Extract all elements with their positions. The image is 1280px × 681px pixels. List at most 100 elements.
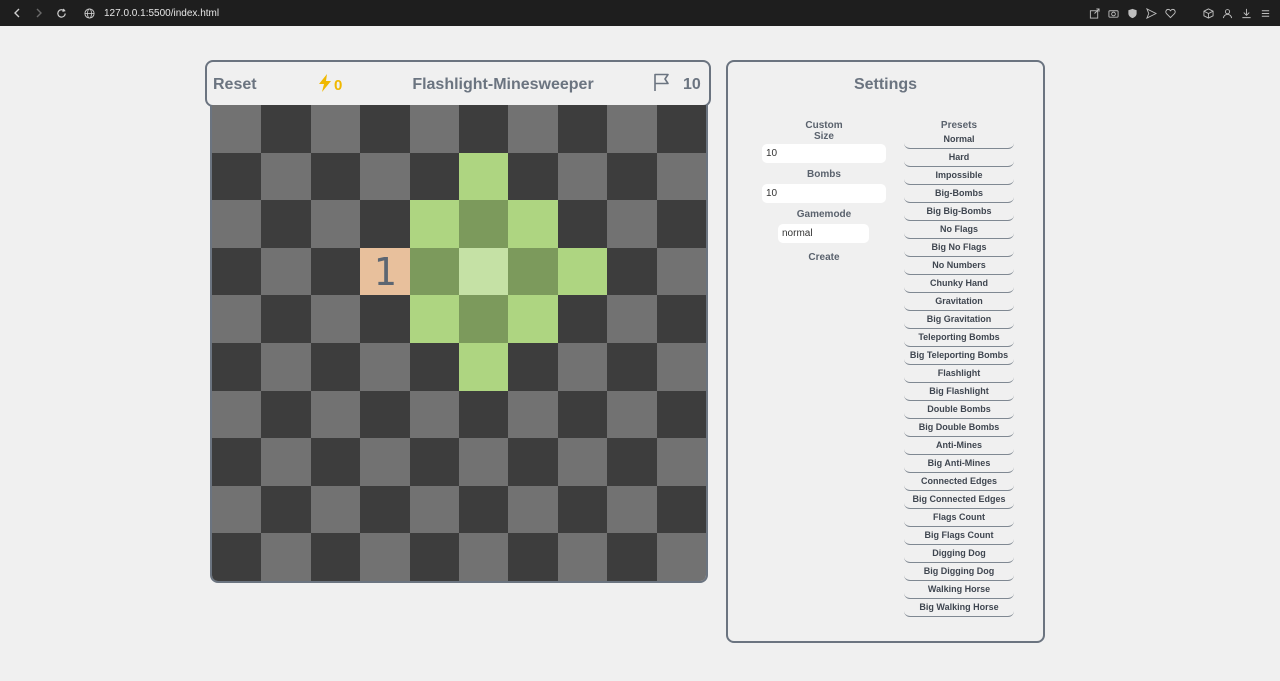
board-cell[interactable] bbox=[409, 533, 459, 581]
board-cell[interactable] bbox=[508, 438, 558, 486]
board-cell[interactable] bbox=[261, 438, 311, 486]
download-icon[interactable] bbox=[1239, 6, 1253, 20]
board-cell[interactable] bbox=[656, 485, 706, 534]
preset-button[interactable]: Big Teleporting Bombs bbox=[904, 349, 1014, 365]
forward-icon[interactable] bbox=[28, 2, 50, 24]
board-cell[interactable] bbox=[409, 247, 459, 296]
preset-button[interactable]: Big Flags Count bbox=[904, 529, 1014, 545]
board-cell[interactable] bbox=[261, 342, 311, 391]
cube-icon[interactable] bbox=[1201, 6, 1215, 20]
reload-icon[interactable] bbox=[50, 2, 72, 24]
board-cell[interactable] bbox=[310, 485, 361, 534]
address-bar[interactable]: 127.0.0.1:5500/index.html bbox=[104, 8, 219, 19]
menu-icon[interactable] bbox=[1258, 6, 1272, 20]
board-cell[interactable] bbox=[310, 105, 361, 153]
board-cell[interactable] bbox=[557, 247, 608, 296]
preset-button[interactable]: Big Connected Edges bbox=[904, 493, 1014, 509]
board-cell[interactable] bbox=[212, 200, 262, 248]
board-cell[interactable] bbox=[212, 247, 262, 296]
board-cell[interactable] bbox=[607, 438, 657, 486]
preset-button[interactable]: Gravitation bbox=[904, 295, 1014, 311]
board-cell[interactable] bbox=[458, 295, 509, 343]
board-cell[interactable] bbox=[656, 105, 706, 153]
board-cell[interactable] bbox=[508, 152, 558, 201]
camera-icon[interactable] bbox=[1106, 6, 1120, 20]
board-cell[interactable] bbox=[458, 438, 509, 486]
board-cell[interactable] bbox=[261, 152, 311, 201]
board-cell[interactable] bbox=[261, 485, 311, 534]
preset-button[interactable]: Big Anti-Mines bbox=[904, 457, 1014, 473]
board-cell[interactable] bbox=[212, 152, 262, 201]
board-cell[interactable] bbox=[261, 533, 311, 581]
board-cell[interactable] bbox=[310, 247, 361, 296]
board-cell[interactable] bbox=[360, 438, 410, 486]
board-cell[interactable] bbox=[458, 200, 509, 248]
back-icon[interactable] bbox=[6, 2, 28, 24]
board-cell[interactable] bbox=[458, 342, 509, 391]
preset-button[interactable]: Big No Flags bbox=[904, 241, 1014, 257]
board-cell[interactable] bbox=[656, 533, 706, 581]
board-cell[interactable] bbox=[212, 105, 262, 153]
board-cell[interactable] bbox=[557, 152, 608, 201]
bombs-input[interactable] bbox=[762, 184, 886, 203]
gamemode-input[interactable] bbox=[778, 224, 869, 243]
board-cell[interactable] bbox=[508, 200, 558, 248]
board-cell[interactable] bbox=[261, 390, 311, 439]
profile-icon[interactable] bbox=[1220, 6, 1234, 20]
preset-button[interactable]: Digging Dog bbox=[904, 547, 1014, 563]
board-cell[interactable] bbox=[360, 152, 410, 201]
board-cell[interactable] bbox=[557, 105, 608, 153]
board-cell[interactable] bbox=[212, 390, 262, 439]
preset-button[interactable]: Big Digging Dog bbox=[904, 565, 1014, 581]
board-cell[interactable] bbox=[310, 533, 361, 581]
board-cell[interactable] bbox=[656, 200, 706, 248]
preset-button[interactable]: Big Walking Horse bbox=[904, 601, 1014, 617]
preset-button[interactable]: Teleporting Bombs bbox=[904, 331, 1014, 347]
heart-icon[interactable] bbox=[1163, 6, 1177, 20]
board-cell[interactable] bbox=[409, 390, 459, 439]
board-cell[interactable] bbox=[212, 342, 262, 391]
board-cell[interactable] bbox=[557, 438, 608, 486]
size-input[interactable] bbox=[762, 144, 886, 163]
board-cell[interactable]: 1 bbox=[360, 247, 410, 296]
board-cell[interactable] bbox=[409, 200, 459, 248]
board-cell[interactable] bbox=[212, 533, 262, 581]
preset-button[interactable]: Anti-Mines bbox=[904, 439, 1014, 455]
board-cell[interactable] bbox=[409, 342, 459, 391]
board-cell[interactable] bbox=[310, 295, 361, 343]
board-cell[interactable] bbox=[458, 485, 509, 534]
board-cell[interactable] bbox=[557, 342, 608, 391]
board-cell[interactable] bbox=[409, 438, 459, 486]
board-cell[interactable] bbox=[261, 200, 311, 248]
board-cell[interactable] bbox=[557, 533, 608, 581]
board-cell[interactable] bbox=[261, 247, 311, 296]
board-cell[interactable] bbox=[607, 342, 657, 391]
board-cell[interactable] bbox=[607, 247, 657, 296]
board-cell[interactable] bbox=[458, 247, 509, 296]
board-cell[interactable] bbox=[607, 485, 657, 534]
board-cell[interactable] bbox=[458, 533, 509, 581]
board-cell[interactable] bbox=[557, 200, 608, 248]
preset-button[interactable]: Impossible bbox=[904, 169, 1014, 185]
board-cell[interactable] bbox=[409, 485, 459, 534]
board-cell[interactable] bbox=[261, 105, 311, 153]
board-cell[interactable] bbox=[607, 533, 657, 581]
board-cell[interactable] bbox=[212, 485, 262, 534]
preset-button[interactable]: Hard bbox=[904, 151, 1014, 167]
board-cell[interactable] bbox=[360, 533, 410, 581]
board-cell[interactable] bbox=[409, 295, 459, 343]
send-icon[interactable] bbox=[1144, 6, 1158, 20]
board-cell[interactable] bbox=[261, 295, 311, 343]
board-cell[interactable] bbox=[310, 152, 361, 201]
board-cell[interactable] bbox=[508, 390, 558, 439]
preset-button[interactable]: Normal bbox=[904, 133, 1014, 149]
shield-icon[interactable] bbox=[1125, 6, 1139, 20]
board-cell[interactable] bbox=[360, 485, 410, 534]
board-cell[interactable] bbox=[360, 295, 410, 343]
board-cell[interactable] bbox=[508, 342, 558, 391]
preset-button[interactable]: No Flags bbox=[904, 223, 1014, 239]
board-cell[interactable] bbox=[557, 485, 608, 534]
board-cell[interactable] bbox=[212, 438, 262, 486]
board-cell[interactable] bbox=[508, 485, 558, 534]
board-cell[interactable] bbox=[656, 342, 706, 391]
